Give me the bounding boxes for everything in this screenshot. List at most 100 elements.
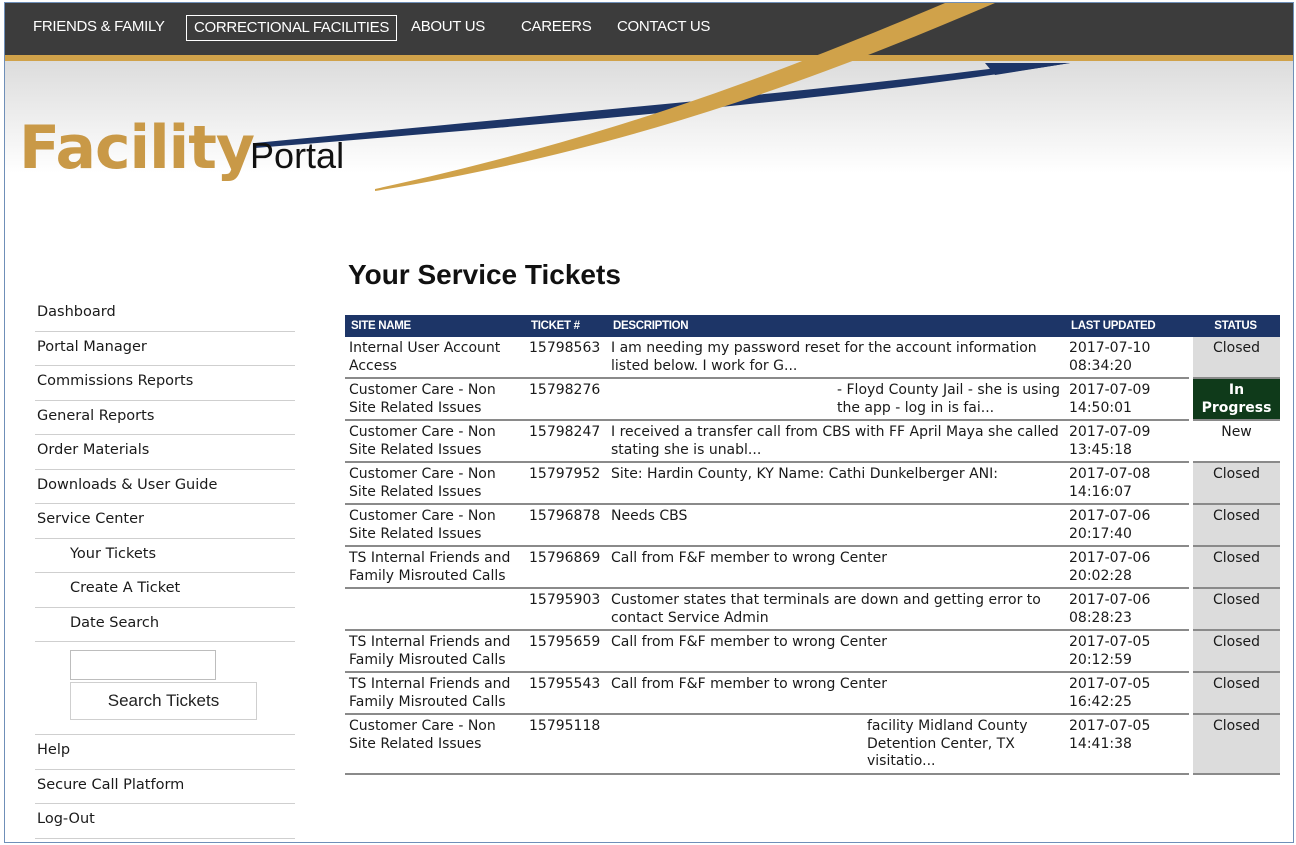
sidebar-item-downloads-user-guide[interactable]: Downloads & User Guide — [35, 470, 295, 504]
ticket-description: facility Midland County Detention Center… — [607, 714, 1065, 775]
ticket-description: - Floyd County Jail - she is using the a… — [607, 378, 1065, 421]
ticket-row[interactable]: Customer Care - Non Site Related Issues … — [345, 714, 1280, 775]
ticket-search-area: Search Tickets — [35, 642, 295, 735]
ticket-row[interactable]: Customer Care - Non Site Related Issues … — [345, 504, 1280, 547]
ticket-status-badge: Closed — [1189, 630, 1280, 673]
sidebar-item-your-tickets[interactable]: Your Tickets — [35, 539, 295, 573]
ticket-description: Call from F&F member to wrong Center — [607, 630, 1065, 673]
ticket-site-name: Customer Care - Non Site Related Issues — [345, 420, 525, 463]
ticket-last-updated: 2017-07-05 16:42:25 — [1065, 672, 1191, 715]
ticket-time: 14:16:07 — [1069, 483, 1132, 500]
ticket-site-name: TS Internal Friends and Family Misrouted… — [345, 630, 525, 673]
ticket-row[interactable]: Internal User Account Access 15798563 I … — [345, 337, 1280, 379]
ticket-time: 13:45:18 — [1069, 441, 1132, 458]
ticket-last-updated: 2017-07-08 14:16:07 — [1065, 462, 1191, 505]
main-content: Your Service Tickets SITE NAME TICKET # … — [345, 259, 1282, 775]
sidebar-item-commissions-reports[interactable]: Commissions Reports — [35, 366, 295, 401]
ticket-date: 2017-07-10 — [1069, 340, 1151, 356]
logo-facility-text: Facility — [19, 113, 255, 183]
ticket-number[interactable]: 15796878 — [525, 504, 607, 547]
ticket-description: Site: Hardin County, KY Name: Cathi Dunk… — [607, 462, 1065, 505]
ticket-last-updated: 2017-07-10 08:34:20 — [1065, 337, 1191, 379]
ticket-time: 20:17:40 — [1069, 525, 1132, 542]
ticket-site-name: Internal User Account Access — [345, 337, 525, 379]
sidebar-item-portal-manager[interactable]: Portal Manager — [35, 332, 295, 366]
sidebar-item-order-materials[interactable]: Order Materials — [35, 435, 295, 470]
ticket-site-name: TS Internal Friends and Family Misrouted… — [345, 672, 525, 715]
ticket-last-updated: 2017-07-05 20:12:59 — [1065, 630, 1191, 673]
sidebar-item-help[interactable]: Help — [35, 735, 295, 770]
ticket-date: 2017-07-09 — [1069, 424, 1151, 440]
ticket-search-input[interactable] — [70, 650, 216, 680]
ticket-description: I am needing my password reset for the a… — [607, 337, 1065, 379]
ticket-site-name: Customer Care - Non Site Related Issues — [345, 714, 525, 775]
ticket-row[interactable]: TS Internal Friends and Family Misrouted… — [345, 546, 1280, 589]
column-header-status[interactable]: STATUS — [1191, 315, 1280, 337]
ticket-date: 2017-07-06 — [1069, 550, 1151, 566]
ticket-date: 2017-07-05 — [1069, 718, 1151, 734]
ticket-status-badge: Closed — [1189, 672, 1280, 715]
column-header-site-name[interactable]: SITE NAME — [345, 315, 525, 337]
ticket-date: 2017-07-09 — [1069, 382, 1151, 398]
column-header-description[interactable]: DESCRIPTION — [607, 315, 1065, 337]
ticket-time: 14:41:38 — [1069, 735, 1132, 752]
ticket-site-name: TS Internal Friends and Family Misrouted… — [345, 546, 525, 589]
ticket-last-updated: 2017-07-06 20:02:28 — [1065, 546, 1191, 589]
sidebar-item-general-reports[interactable]: General Reports — [35, 401, 295, 435]
column-header-last-updated[interactable]: LAST UPDATED — [1065, 315, 1191, 337]
ticket-date: 2017-07-06 — [1069, 592, 1151, 608]
ticket-date: 2017-07-06 — [1069, 508, 1151, 524]
logo-portal-text: Portal — [250, 135, 345, 176]
sidebar-item-secure-call-platform[interactable]: Secure Call Platform — [35, 770, 295, 804]
ticket-last-updated: 2017-07-09 14:50:01 — [1065, 378, 1191, 421]
ticket-status-badge: Closed — [1189, 337, 1280, 379]
column-header-ticket-number[interactable]: TICKET # — [525, 315, 607, 337]
facility-portal-logo[interactable]: FacilityPortal — [19, 113, 344, 183]
ticket-description: I received a transfer call from CBS with… — [607, 420, 1065, 463]
tickets-table: SITE NAME TICKET # DESCRIPTION LAST UPDA… — [345, 315, 1280, 775]
ticket-row[interactable]: Customer Care - Non Site Related Issues … — [345, 378, 1280, 421]
ticket-number[interactable]: 15797952 — [525, 462, 607, 505]
ticket-row[interactable]: TS Internal Friends and Family Misrouted… — [345, 672, 1280, 715]
ticket-number[interactable]: 15796869 — [525, 546, 607, 589]
ticket-status-badge: Closed — [1189, 588, 1280, 631]
sidebar-item-dashboard[interactable]: Dashboard — [35, 297, 295, 332]
ticket-date: 2017-07-08 — [1069, 466, 1151, 482]
search-tickets-button[interactable]: Search Tickets — [70, 682, 257, 720]
ticket-number[interactable]: 15795659 — [525, 630, 607, 673]
ticket-status-badge: Closed — [1189, 462, 1280, 505]
ticket-time: 20:02:28 — [1069, 567, 1132, 584]
ticket-row[interactable]: Customer Care - Non Site Related Issues … — [345, 462, 1280, 505]
ticket-last-updated: 2017-07-06 20:17:40 — [1065, 504, 1191, 547]
sidebar-item-create-a-ticket[interactable]: Create A Ticket — [35, 573, 295, 608]
ticket-row[interactable]: TS Internal Friends and Family Misrouted… — [345, 630, 1280, 673]
sidebar: Dashboard Portal Manager Commissions Rep… — [35, 297, 295, 839]
ticket-site-name: Customer Care - Non Site Related Issues — [345, 378, 525, 421]
ticket-time: 14:50:01 — [1069, 399, 1132, 416]
ticket-status-badge: Closed — [1189, 504, 1280, 547]
ticket-description: Customer states that terminals are down … — [607, 588, 1065, 631]
ticket-status-badge: In Progress — [1189, 378, 1280, 421]
ticket-status-badge: New — [1189, 420, 1280, 463]
ticket-number[interactable]: 15795118 — [525, 714, 607, 775]
ticket-time: 20:12:59 — [1069, 651, 1132, 668]
sidebar-item-date-search[interactable]: Date Search — [35, 608, 295, 642]
ticket-number[interactable]: 15798247 — [525, 420, 607, 463]
ticket-date: 2017-07-05 — [1069, 634, 1151, 650]
ticket-last-updated: 2017-07-05 14:41:38 — [1065, 714, 1191, 775]
ticket-site-name: Customer Care - Non Site Related Issues — [345, 504, 525, 547]
sidebar-item-log-out[interactable]: Log-Out — [35, 804, 295, 839]
ticket-number[interactable]: 15795543 — [525, 672, 607, 715]
sidebar-item-service-center[interactable]: Service Center — [35, 504, 295, 539]
ticket-last-updated: 2017-07-09 13:45:18 — [1065, 420, 1191, 463]
ticket-number[interactable]: 15798276 — [525, 378, 607, 421]
ticket-time: 16:42:25 — [1069, 693, 1132, 710]
ticket-status-badge: Closed — [1189, 714, 1280, 775]
ticket-number[interactable]: 15798563 — [525, 337, 607, 379]
ticket-description: Call from F&F member to wrong Center — [607, 546, 1065, 589]
ticket-number[interactable]: 15795903 — [525, 588, 607, 631]
ticket-row[interactable]: 15795903 Customer states that terminals … — [345, 588, 1280, 631]
ticket-time: 08:28:23 — [1069, 609, 1132, 626]
ticket-row[interactable]: Customer Care - Non Site Related Issues … — [345, 420, 1280, 463]
ticket-last-updated: 2017-07-06 08:28:23 — [1065, 588, 1191, 631]
